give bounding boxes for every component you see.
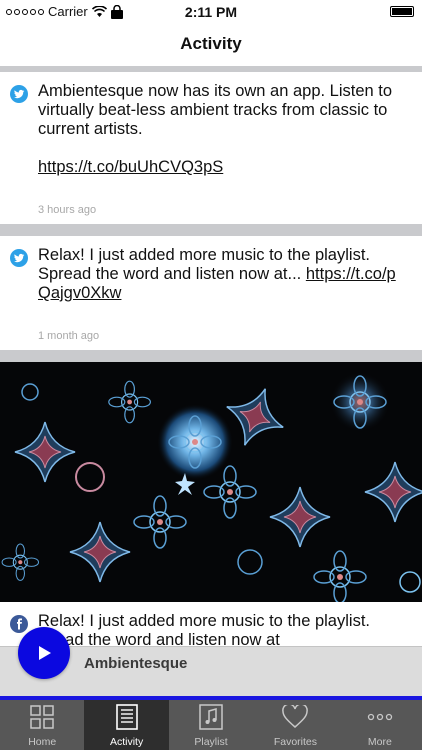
tab-favorites[interactable]: Favorites bbox=[253, 700, 337, 750]
heart-icon bbox=[282, 704, 309, 730]
post-image[interactable] bbox=[0, 362, 422, 602]
play-button[interactable] bbox=[18, 627, 70, 679]
divider bbox=[0, 350, 422, 362]
post-timestamp: 3 hours ago bbox=[38, 204, 97, 216]
twitter-icon bbox=[10, 249, 28, 267]
tab-label: Favorites bbox=[273, 736, 318, 748]
more-icon bbox=[367, 704, 393, 730]
tab-label: More bbox=[367, 736, 392, 748]
twitter-icon bbox=[10, 85, 28, 103]
music-note-icon bbox=[198, 704, 224, 730]
post-text: Relax! I just added more music to the pl… bbox=[38, 612, 402, 650]
battery-icon bbox=[390, 6, 414, 17]
post-body: Ambientesque now has its own an app. Lis… bbox=[38, 82, 393, 138]
news-icon bbox=[114, 704, 140, 730]
facebook-icon bbox=[10, 615, 28, 633]
tab-playlist[interactable]: Playlist bbox=[169, 700, 253, 750]
tab-label: Activity bbox=[109, 736, 144, 748]
activity-item[interactable]: Relax! I just added more music to the pl… bbox=[0, 236, 422, 350]
tab-bar: Home Activity Playlist Favorites More bbox=[0, 700, 422, 750]
grid-icon bbox=[29, 704, 55, 730]
page-title: Activity bbox=[0, 24, 422, 64]
tab-activity[interactable]: Activity bbox=[84, 700, 169, 750]
status-time: 2:11 PM bbox=[184, 4, 238, 20]
player-title: Ambientesque bbox=[84, 655, 188, 672]
play-icon bbox=[39, 646, 51, 660]
tab-label: Home bbox=[28, 736, 57, 748]
post-link[interactable]: https://t.co/buUhCVQ3pS bbox=[38, 158, 223, 176]
activity-item[interactable]: Ambientesque now has its own an app. Lis… bbox=[0, 72, 422, 224]
status-bar: Carrier 2:11 PM bbox=[0, 0, 422, 24]
kaleidoscope-artwork bbox=[0, 362, 422, 602]
post-body-line: Relax! I just added more music to the pl… bbox=[38, 612, 370, 630]
tab-home[interactable]: Home bbox=[0, 700, 84, 750]
post-text: Ambientesque now has its own an app. Lis… bbox=[38, 82, 402, 177]
tab-label: Playlist bbox=[194, 736, 228, 748]
post-timestamp: 1 month ago bbox=[38, 330, 100, 342]
post-text: Relax! I just added more music to the pl… bbox=[38, 246, 408, 303]
divider bbox=[0, 224, 422, 236]
tab-more[interactable]: More bbox=[338, 700, 422, 750]
